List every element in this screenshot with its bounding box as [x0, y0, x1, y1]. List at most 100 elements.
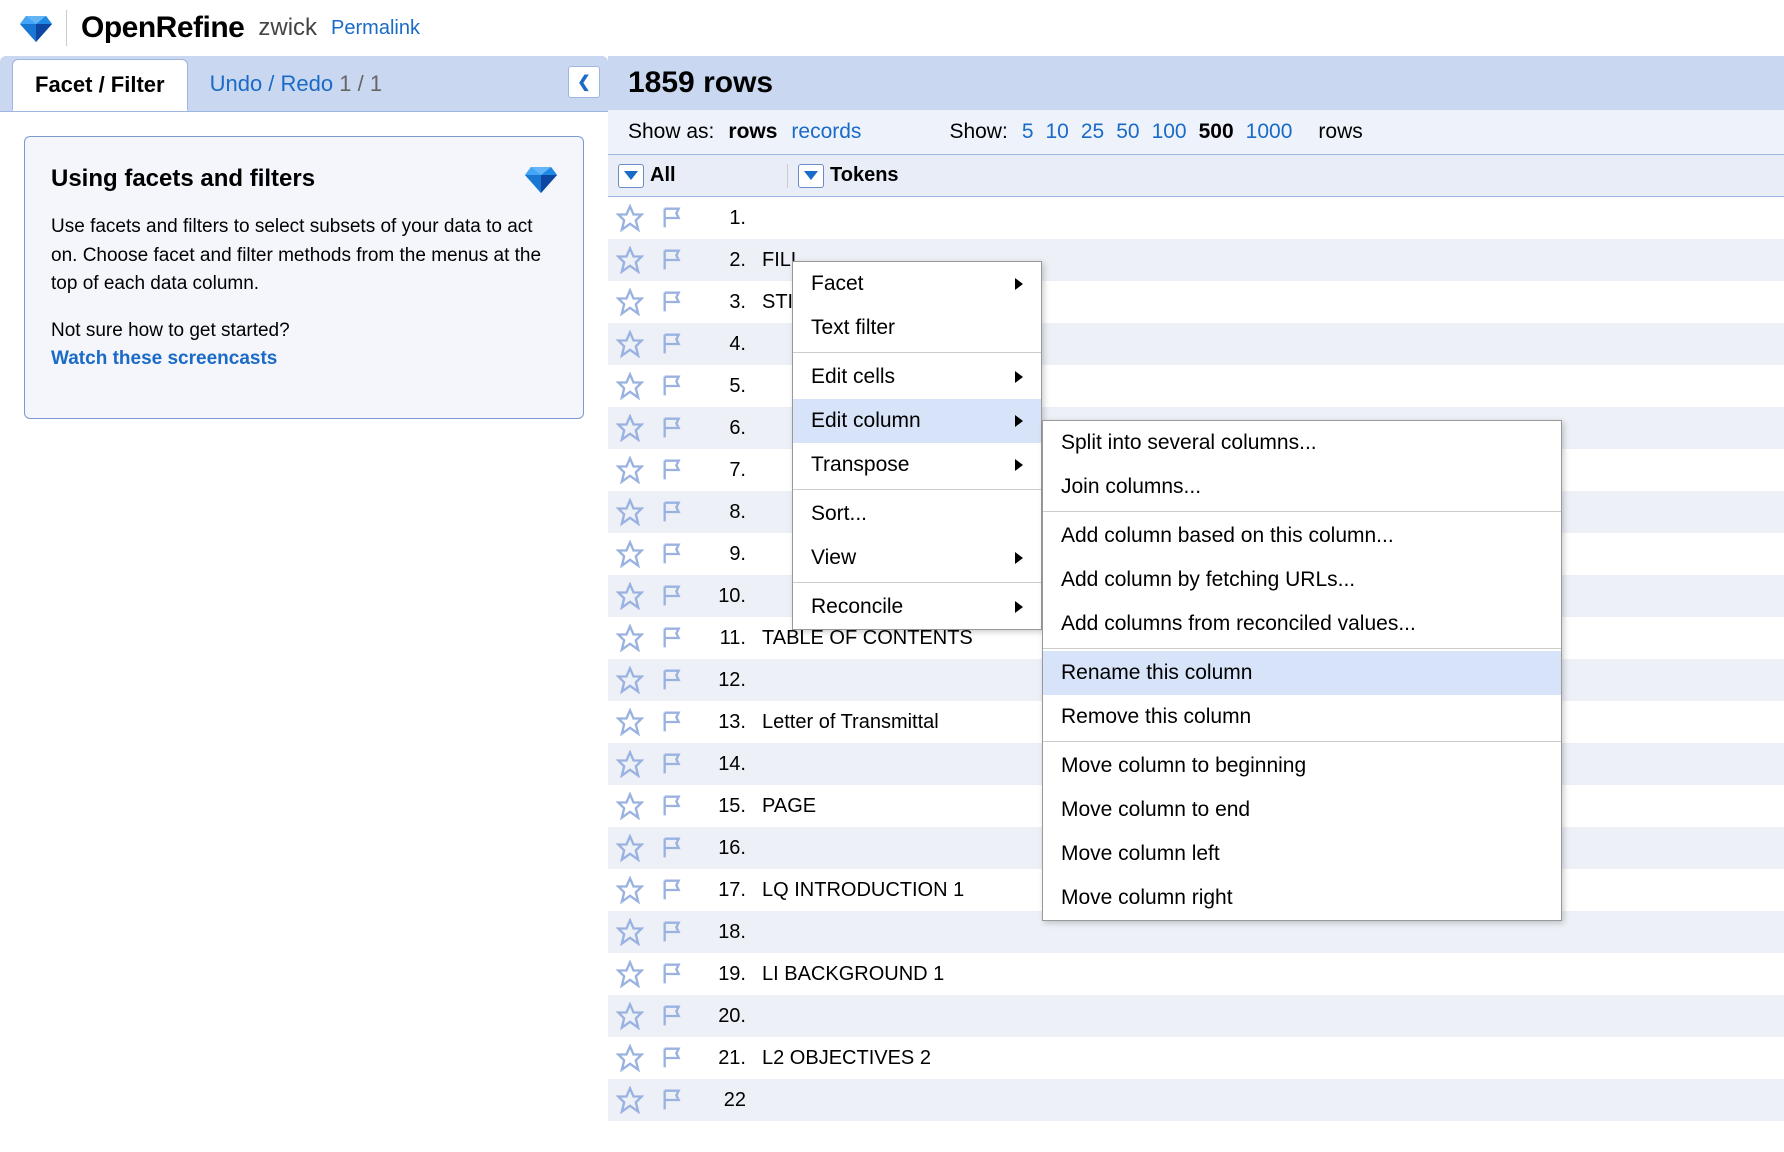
mode-records[interactable]: records	[791, 120, 861, 144]
star-toggle[interactable]	[608, 960, 652, 988]
menu-item[interactable]: View	[793, 536, 1041, 580]
edit-column-submenu: Split into several columns... Join column…	[1042, 420, 1562, 921]
star-toggle[interactable]	[608, 456, 652, 484]
menu-item[interactable]: Move column to end	[1043, 788, 1561, 832]
diamond-icon	[525, 163, 557, 195]
star-toggle[interactable]	[608, 246, 652, 274]
flag-toggle[interactable]	[652, 414, 696, 442]
mode-rows[interactable]: rows	[728, 120, 777, 144]
row-number: 22	[696, 1089, 752, 1112]
star-toggle[interactable]	[608, 540, 652, 568]
flag-toggle[interactable]	[652, 1002, 696, 1030]
tab-facet-filter[interactable]: Facet / Filter	[12, 59, 188, 111]
flag-toggle[interactable]	[652, 498, 696, 526]
row-number: 21.	[696, 1047, 752, 1070]
star-toggle[interactable]	[608, 582, 652, 610]
collapse-left-panel-button[interactable]: ❮	[568, 66, 600, 98]
menu-item[interactable]: Transpose	[793, 443, 1041, 487]
column-all-menu-button[interactable]	[618, 164, 644, 188]
page-size-500[interactable]: 500	[1199, 120, 1234, 143]
star-toggle[interactable]	[608, 330, 652, 358]
flag-toggle[interactable]	[652, 540, 696, 568]
menu-item-label: Rename this column	[1061, 661, 1252, 685]
column-all: All	[608, 164, 788, 188]
page-size-10[interactable]: 10	[1046, 120, 1069, 143]
star-toggle[interactable]	[608, 750, 652, 778]
app-name: OpenRefine	[81, 11, 244, 45]
menu-item[interactable]: Text filter	[793, 306, 1041, 350]
flag-toggle[interactable]	[652, 372, 696, 400]
menu-item[interactable]: Add column based on this column...	[1043, 514, 1561, 558]
flag-toggle[interactable]	[652, 246, 696, 274]
tab-undo-redo[interactable]: Undo / Redo 1 / 1	[188, 59, 404, 109]
menu-item-label: Transpose	[811, 453, 909, 477]
menu-item[interactable]: Rename this column	[1043, 651, 1561, 695]
permalink-link[interactable]: Permalink	[331, 17, 420, 40]
star-toggle[interactable]	[608, 708, 652, 736]
menu-item[interactable]: Move column left	[1043, 832, 1561, 876]
menu-item[interactable]: Split into several columns...	[1043, 421, 1561, 465]
page-size-100[interactable]: 100	[1152, 120, 1187, 143]
flag-toggle[interactable]	[652, 666, 696, 694]
menu-item[interactable]: Add column by fetching URLs...	[1043, 558, 1561, 602]
star-toggle[interactable]	[608, 624, 652, 652]
flag-toggle[interactable]	[652, 792, 696, 820]
star-toggle[interactable]	[608, 204, 652, 232]
flag-toggle[interactable]	[652, 918, 696, 946]
menu-item[interactable]: Add columns from reconciled values...	[1043, 602, 1561, 646]
star-toggle[interactable]	[608, 834, 652, 862]
star-toggle[interactable]	[608, 792, 652, 820]
menu-item[interactable]: Move column to beginning	[1043, 744, 1561, 788]
undo-count: 1 / 1	[339, 71, 382, 96]
flag-toggle[interactable]	[652, 1044, 696, 1072]
menu-item-label: Join columns...	[1061, 475, 1201, 499]
row-number: 16.	[696, 837, 752, 860]
page-size-50[interactable]: 50	[1116, 120, 1139, 143]
star-toggle[interactable]	[608, 1002, 652, 1030]
star-toggle[interactable]	[608, 288, 652, 316]
menu-separator	[1043, 511, 1561, 512]
menu-item-label: Text filter	[811, 316, 895, 340]
star-toggle[interactable]	[608, 918, 652, 946]
star-toggle[interactable]	[608, 372, 652, 400]
menu-item-label: Add column based on this column...	[1061, 524, 1394, 548]
chevron-right-icon	[1015, 278, 1023, 290]
flag-toggle[interactable]	[652, 330, 696, 358]
menu-item[interactable]: Join columns...	[1043, 465, 1561, 509]
menu-item[interactable]: Sort...	[793, 492, 1041, 536]
flag-toggle[interactable]	[652, 456, 696, 484]
flag-toggle[interactable]	[652, 204, 696, 232]
flag-toggle[interactable]	[652, 624, 696, 652]
flag-toggle[interactable]	[652, 1086, 696, 1114]
menu-item-label: Move column right	[1061, 886, 1233, 910]
star-toggle[interactable]	[608, 876, 652, 904]
flag-toggle[interactable]	[652, 750, 696, 778]
flag-toggle[interactable]	[652, 960, 696, 988]
page-size-5[interactable]: 5	[1022, 120, 1034, 143]
menu-item[interactable]: Facet	[793, 262, 1041, 306]
star-toggle[interactable]	[608, 1086, 652, 1114]
caret-down-icon	[624, 171, 638, 180]
menu-item[interactable]: Move column right	[1043, 876, 1561, 920]
tab-undo-label: Undo / Redo	[210, 71, 334, 96]
star-toggle[interactable]	[608, 414, 652, 442]
menu-item[interactable]: Edit cells	[793, 355, 1041, 399]
column-tokens-menu-button[interactable]	[798, 164, 824, 188]
chevron-right-icon	[1015, 459, 1023, 471]
star-toggle[interactable]	[608, 1044, 652, 1072]
table-row: 22	[608, 1079, 1784, 1121]
watch-screencasts-link[interactable]: Watch these screencasts	[51, 348, 277, 369]
menu-item[interactable]: Edit column	[793, 399, 1041, 443]
flag-toggle[interactable]	[652, 834, 696, 862]
flag-toggle[interactable]	[652, 876, 696, 904]
star-toggle[interactable]	[608, 498, 652, 526]
page-size-1000[interactable]: 1000	[1246, 120, 1293, 143]
page-size-25[interactable]: 25	[1081, 120, 1104, 143]
left-tabbar: Facet / Filter Undo / Redo 1 / 1 ❮	[0, 56, 608, 112]
star-toggle[interactable]	[608, 666, 652, 694]
menu-item[interactable]: Remove this column	[1043, 695, 1561, 739]
flag-toggle[interactable]	[652, 708, 696, 736]
flag-toggle[interactable]	[652, 288, 696, 316]
flag-toggle[interactable]	[652, 582, 696, 610]
menu-item[interactable]: Reconcile	[793, 585, 1041, 629]
